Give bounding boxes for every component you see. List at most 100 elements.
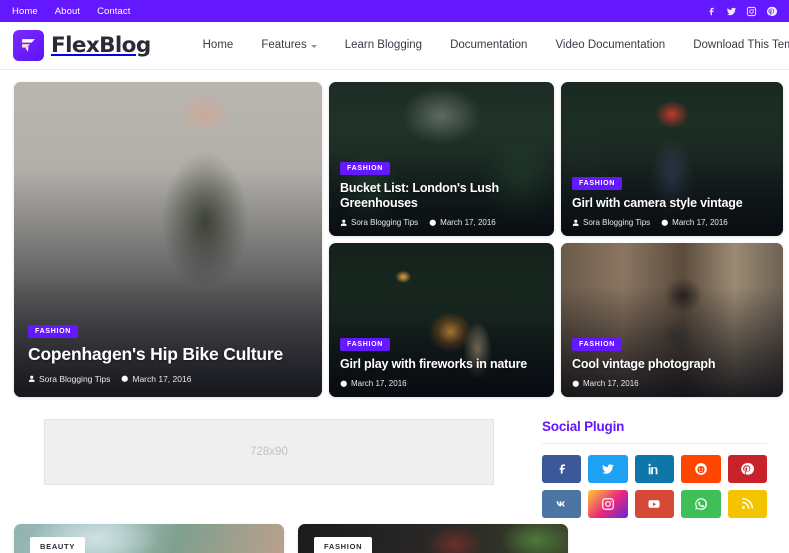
flexblog-logo-icon: [13, 30, 44, 61]
twitter-icon[interactable]: [726, 6, 737, 17]
clock-icon: [340, 380, 347, 387]
main-navigation: Home Features Learn Blogging Documentati…: [189, 38, 789, 52]
post-category-tag[interactable]: FASHION: [572, 177, 623, 191]
user-icon: [572, 219, 579, 226]
page-content: FASHION Copenhagen's Hip Bike Culture So…: [0, 70, 789, 518]
ad-banner-placeholder[interactable]: 728x90: [44, 419, 494, 485]
post-date-label: March 17, 2016: [672, 218, 728, 227]
post-date-label: March 17, 2016: [440, 218, 496, 227]
facebook-icon[interactable]: [706, 6, 717, 17]
site-title: FlexBlog: [51, 32, 151, 58]
post-category-tag[interactable]: FASHION: [340, 161, 391, 175]
bottom-post-beauty[interactable]: BEAUTY: [14, 524, 284, 553]
post-body-bucket-list: FASHION Bucket List: London's Lush Green…: [329, 148, 554, 236]
nav-item-download-this-template[interactable]: Download This Template: [679, 38, 789, 52]
bottom-post-category-tag[interactable]: FASHION: [314, 537, 373, 553]
post-title: Cool vintage photograph: [572, 357, 716, 372]
post-author: Sora Blogging Tips: [340, 218, 418, 227]
featured-post-copenhagen[interactable]: FASHION Copenhagen's Hip Bike Culture So…: [14, 82, 322, 397]
post-author-label: Sora Blogging Tips: [39, 374, 111, 384]
post-category-tag[interactable]: FASHION: [572, 338, 623, 352]
ad-banner-label: 728x90: [250, 446, 288, 458]
pinterest-icon[interactable]: [727, 455, 767, 483]
nav-item-home[interactable]: Home: [189, 38, 248, 52]
nav-label-download-this-template: Download This Template: [693, 38, 789, 51]
post-category-tag[interactable]: FASHION: [340, 338, 391, 352]
post-meta: Sora Blogging Tips March 17, 2016: [28, 374, 308, 384]
social-plugin-title: Social Plugin: [542, 419, 767, 444]
nav-label-features: Features: [261, 38, 307, 51]
pinterest-icon[interactable]: [766, 6, 777, 17]
facebook-icon[interactable]: [542, 455, 582, 483]
post-date-label: March 17, 2016: [583, 379, 639, 388]
clock-icon: [572, 380, 579, 387]
post-date: March 17, 2016: [121, 374, 191, 384]
clock-icon: [661, 219, 669, 226]
post-title: Girl play with fireworks in nature: [340, 357, 527, 372]
bottom-post-fashion[interactable]: FASHION: [298, 524, 568, 553]
featured-post-girl-camera[interactable]: FASHION Girl with camera style vintage S…: [561, 82, 783, 236]
post-body-copenhagen: FASHION Copenhagen's Hip Bike Culture So…: [14, 309, 322, 397]
user-icon: [28, 375, 35, 383]
post-body-cool-vintage: FASHION Cool vintage photograph March 17…: [561, 324, 783, 397]
post-meta: Sora Blogging Tips March 17, 2016: [340, 218, 543, 227]
instagram-icon[interactable]: [588, 490, 628, 518]
topbar-link-about[interactable]: About: [55, 6, 80, 17]
site-header: FlexBlog Home Features Learn Blogging Do…: [0, 22, 789, 70]
bottom-post-category-tag[interactable]: BEAUTY: [30, 537, 86, 553]
nav-item-features[interactable]: Features: [247, 38, 330, 52]
featured-post-fireworks[interactable]: FASHION Girl play with fireworks in natu…: [329, 243, 554, 397]
lower-section: 728x90 Social Plugin: [14, 419, 775, 518]
post-date: March 17, 2016: [429, 218, 496, 227]
content-column: 728x90: [14, 419, 524, 518]
twitter-icon[interactable]: [588, 455, 628, 483]
post-date-label: March 17, 2016: [132, 374, 192, 384]
site-logo[interactable]: FlexBlog: [13, 30, 151, 61]
post-meta: Sora Blogging Tips March 17, 2016: [572, 218, 772, 227]
social-plugin-grid: [542, 455, 767, 518]
post-date: March 17, 2016: [661, 218, 728, 227]
post-title: Copenhagen's Hip Bike Culture: [28, 344, 284, 365]
post-author: Sora Blogging Tips: [572, 218, 650, 227]
featured-post-bucket-list[interactable]: FASHION Bucket List: London's Lush Green…: [329, 82, 554, 236]
rss-icon[interactable]: [727, 490, 767, 518]
top-bar-social-links: [706, 6, 777, 17]
user-icon: [340, 219, 347, 226]
topbar-link-contact[interactable]: Contact: [97, 6, 130, 17]
clock-icon: [429, 219, 437, 226]
chevron-down-icon: [310, 44, 317, 48]
sidebar: Social Plugin: [542, 419, 767, 518]
nav-label-learn-blogging: Learn Blogging: [344, 38, 423, 51]
featured-posts-grid: FASHION Copenhagen's Hip Bike Culture So…: [14, 82, 783, 397]
post-date: March 17, 2016: [572, 379, 639, 388]
youtube-icon[interactable]: [634, 490, 675, 518]
post-meta: March 17, 2016: [340, 379, 543, 388]
post-title: Girl with camera style vintage: [572, 196, 743, 211]
top-bar: Home About Contact: [0, 0, 789, 22]
whatsapp-icon[interactable]: [681, 490, 721, 518]
post-meta: March 17, 2016: [572, 379, 772, 388]
reddit-icon[interactable]: [681, 455, 721, 483]
post-date: March 17, 2016: [340, 379, 407, 388]
post-title: Bucket List: London's Lush Greenhouses: [340, 180, 499, 211]
nav-item-video-documentation[interactable]: Video Documentation: [541, 39, 679, 52]
post-body-girl-camera: FASHION Girl with camera style vintage S…: [561, 163, 783, 236]
nav-label-documentation: Documentation: [450, 38, 528, 51]
post-author: Sora Blogging Tips: [28, 374, 110, 384]
featured-post-cool-vintage[interactable]: FASHION Cool vintage photograph March 17…: [561, 243, 783, 397]
post-author-label: Sora Blogging Tips: [351, 218, 419, 227]
top-bar-links: Home About Contact: [12, 6, 131, 17]
post-body-fireworks: FASHION Girl play with fireworks in natu…: [329, 324, 554, 397]
post-date-label: March 17, 2016: [351, 379, 407, 388]
clock-icon: [121, 375, 129, 383]
nav-item-learn-blogging[interactable]: Learn Blogging: [331, 38, 436, 52]
nav-label-home: Home: [202, 38, 234, 51]
topbar-link-home[interactable]: Home: [12, 6, 38, 17]
post-category-tag[interactable]: FASHION: [28, 325, 79, 339]
linkedin-icon[interactable]: [634, 455, 675, 483]
vk-icon[interactable]: [542, 490, 582, 518]
post-author-label: Sora Blogging Tips: [583, 218, 651, 227]
instagram-icon[interactable]: [746, 6, 757, 17]
nav-item-documentation[interactable]: Documentation: [436, 38, 541, 52]
bottom-posts-strip: BEAUTY FASHION: [14, 524, 568, 553]
